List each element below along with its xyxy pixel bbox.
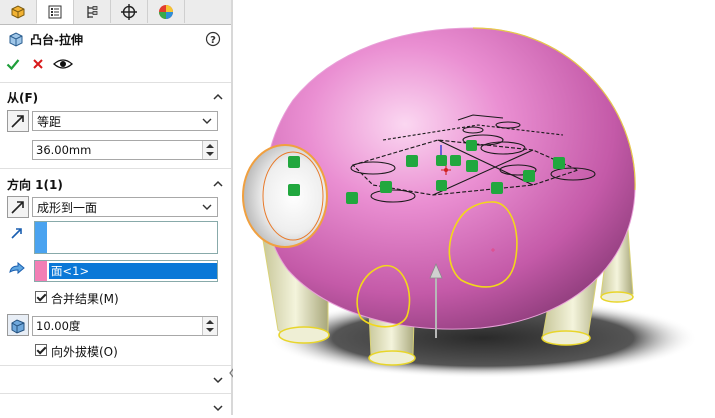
collapse-icon[interactable] bbox=[213, 179, 223, 189]
from-start-condition-icon bbox=[7, 110, 29, 132]
draft-angle-value: 10.00度 bbox=[36, 319, 81, 333]
reverse-direction-button[interactable] bbox=[7, 196, 29, 218]
display-manager-icon bbox=[159, 4, 173, 19]
merge-result-label: 合并结果(M) bbox=[51, 292, 119, 306]
direction-vector-icon bbox=[11, 228, 22, 239]
selection-color-swatch bbox=[35, 222, 47, 253]
from-condition-select[interactable]: 等距 bbox=[32, 111, 218, 131]
from-offset-distance-input[interactable]: 36.00mm bbox=[32, 140, 218, 160]
feature-title-row: 凸台-拉伸 ? bbox=[0, 28, 231, 50]
preview-icon[interactable] bbox=[53, 57, 73, 71]
feature-manager-icon bbox=[11, 4, 25, 19]
chevron-down-icon bbox=[202, 204, 212, 210]
property-manager-icon bbox=[48, 5, 62, 19]
divider bbox=[0, 82, 231, 83]
direction1-section-header[interactable]: 方向 1(1) bbox=[0, 175, 231, 193]
divider bbox=[0, 365, 231, 366]
chevron-down-icon[interactable] bbox=[213, 404, 223, 412]
manager-tab-bar bbox=[0, 0, 231, 25]
from-section-header[interactable]: 从(F) bbox=[0, 88, 231, 106]
face-selection-icon bbox=[9, 262, 25, 275]
cancel-icon[interactable] bbox=[32, 58, 44, 70]
tab-property-manager[interactable] bbox=[37, 0, 74, 24]
from-section-title: 从(F) bbox=[7, 91, 39, 105]
from-condition-value: 等距 bbox=[37, 114, 62, 129]
chevron-down-icon bbox=[202, 118, 212, 124]
end-condition-select[interactable]: 成形到一面 bbox=[32, 197, 218, 217]
help-icon[interactable]: ? bbox=[205, 31, 221, 47]
selection-color-swatch bbox=[35, 261, 47, 281]
tab-configuration-manager[interactable] bbox=[74, 0, 111, 23]
chevron-down-icon[interactable] bbox=[213, 376, 223, 384]
end-condition-value: 成形到一面 bbox=[37, 200, 98, 215]
selected-face-item[interactable]: 面<1> bbox=[49, 263, 217, 279]
ok-icon[interactable] bbox=[6, 57, 20, 71]
direction1-section-title: 方向 1(1) bbox=[7, 178, 63, 192]
property-manager-panel: 凸台-拉伸 ? 从(F) 等距 36.00mm 方向 1(1) 成形到一面 面<… bbox=[0, 0, 231, 415]
face-selection-list[interactable]: 面<1> bbox=[34, 260, 218, 282]
spin-buttons[interactable] bbox=[202, 141, 217, 159]
merge-result-checkbox[interactable] bbox=[35, 291, 47, 303]
dim-expert-icon bbox=[121, 3, 137, 20]
configuration-manager-icon bbox=[87, 5, 98, 18]
svg-text:?: ? bbox=[210, 35, 216, 46]
page-title: 凸台-拉伸 bbox=[30, 33, 83, 47]
collapse-icon[interactable] bbox=[213, 92, 223, 102]
tab-dim-expert[interactable] bbox=[111, 0, 148, 23]
graphics-viewport[interactable] bbox=[233, 0, 715, 415]
tab-display-manager[interactable] bbox=[148, 0, 185, 23]
draft-outward-label: 向外拔模(O) bbox=[51, 345, 118, 359]
snout[interactable] bbox=[242, 144, 328, 248]
direction-reference-list[interactable] bbox=[34, 221, 218, 254]
model-scene[interactable] bbox=[233, 0, 715, 415]
action-row bbox=[0, 55, 231, 73]
tab-feature-manager[interactable] bbox=[0, 0, 37, 23]
divider bbox=[0, 393, 231, 394]
draft-angle-input[interactable]: 10.00度 bbox=[32, 316, 218, 336]
boss-extrude-icon bbox=[9, 32, 23, 47]
divider bbox=[0, 168, 231, 169]
spin-buttons[interactable] bbox=[202, 317, 217, 335]
draft-outward-checkbox[interactable] bbox=[35, 344, 47, 356]
from-offset-distance-value: 36.00mm bbox=[36, 143, 92, 157]
draft-toggle-button[interactable] bbox=[7, 314, 29, 336]
